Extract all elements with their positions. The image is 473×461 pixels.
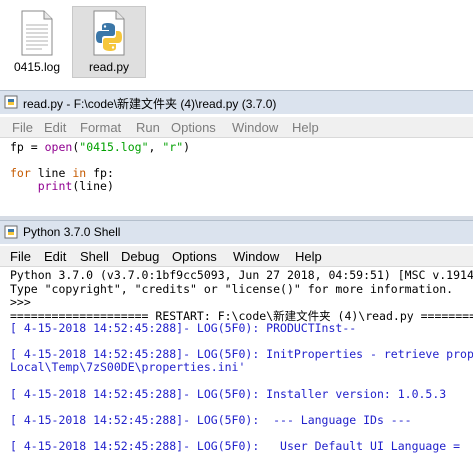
output-line: [ 4-15-2018 14:52:45:288]- LOG(5F0): Ins… — [10, 387, 447, 401]
file-name: read.py — [88, 60, 130, 74]
code-token: in — [72, 166, 87, 180]
banner-line: Type "copyright", "credits" or "license(… — [10, 282, 454, 296]
menu-window[interactable]: Window — [232, 120, 278, 135]
text-file-icon — [21, 10, 53, 56]
menu-run[interactable]: Run — [136, 120, 160, 135]
code-token: ) — [183, 140, 191, 154]
file-explorer: 0415.log read.py — [0, 0, 473, 88]
output-line: [ 4-15-2018 14:52:45:288]- LOG(5F0): ---… — [10, 413, 412, 427]
file-item-log[interactable]: 0415.log — [0, 6, 74, 78]
window-title: Python 3.7.0 Shell — [23, 225, 121, 239]
code-token: print — [37, 179, 73, 193]
code-token: line — [30, 166, 73, 180]
code-line-1: fp = open("0415.log", "r") — [10, 140, 190, 154]
menu-window[interactable]: Window — [233, 249, 279, 264]
python-app-icon — [4, 95, 18, 114]
menu-debug[interactable]: Debug — [121, 249, 159, 264]
code-token: fp: — [86, 166, 114, 180]
menu-edit[interactable]: Edit — [44, 249, 66, 264]
file-name: 0415.log — [13, 60, 61, 74]
editor-titlebar[interactable]: read.py - F:\code\新建文件夹 (4)\read.py (3.7… — [0, 90, 473, 114]
code-line-3: print(line) — [10, 179, 114, 193]
code-token: open — [44, 140, 73, 154]
code-token: "r" — [162, 140, 184, 154]
shell-prompt: >>> — [10, 295, 38, 309]
code-token: (line) — [72, 179, 114, 193]
editor-text-area[interactable]: fp = open("0415.log", "r") for line in f… — [0, 139, 473, 216]
menu-file[interactable]: File — [10, 249, 31, 264]
menu-help[interactable]: Help — [295, 249, 322, 264]
menu-options[interactable]: Options — [172, 249, 217, 264]
menu-format[interactable]: Format — [80, 120, 121, 135]
menu-help[interactable]: Help — [292, 120, 319, 135]
output-line: [ 4-15-2018 14:52:45:288]- LOG(5F0): Use… — [10, 439, 467, 453]
window-title: read.py - F:\code\新建文件夹 (4)\read.py (3.7… — [23, 97, 277, 111]
output-line: [ 4-15-2018 14:52:45:288]- LOG(5F0): Ini… — [10, 347, 473, 361]
shell-output-area[interactable]: Python 3.7.0 (v3.7.0:1bf9cc5093, Jun 27 … — [0, 267, 473, 461]
shell-menubar: File Edit Shell Debug Options Window Hel… — [0, 246, 473, 267]
menu-options[interactable]: Options — [171, 120, 216, 135]
menu-edit[interactable]: Edit — [44, 120, 66, 135]
code-token: "0415.log" — [79, 140, 149, 154]
menu-file[interactable]: File — [12, 120, 33, 135]
file-item-py[interactable]: read.py — [72, 6, 146, 78]
output-line: Local\Temp\7zS00DE\properties.ini' — [10, 360, 246, 374]
python-file-icon — [93, 10, 125, 56]
python-app-icon — [4, 225, 18, 244]
shell-titlebar[interactable]: Python 3.7.0 Shell — [0, 220, 473, 244]
code-token: for — [10, 166, 31, 180]
banner-line: Python 3.7.0 (v3.7.0:1bf9cc5093, Jun 27 … — [10, 268, 473, 282]
code-line-2: for line in fp: — [10, 166, 114, 180]
code-token: fp = — [10, 140, 45, 154]
editor-menubar: File Edit Format Run Options Window Help — [0, 117, 473, 138]
output-line: [ 4-15-2018 14:52:45:288]- LOG(5F0): PRO… — [10, 321, 357, 335]
menu-shell[interactable]: Shell — [80, 249, 109, 264]
code-token: , — [148, 140, 163, 154]
